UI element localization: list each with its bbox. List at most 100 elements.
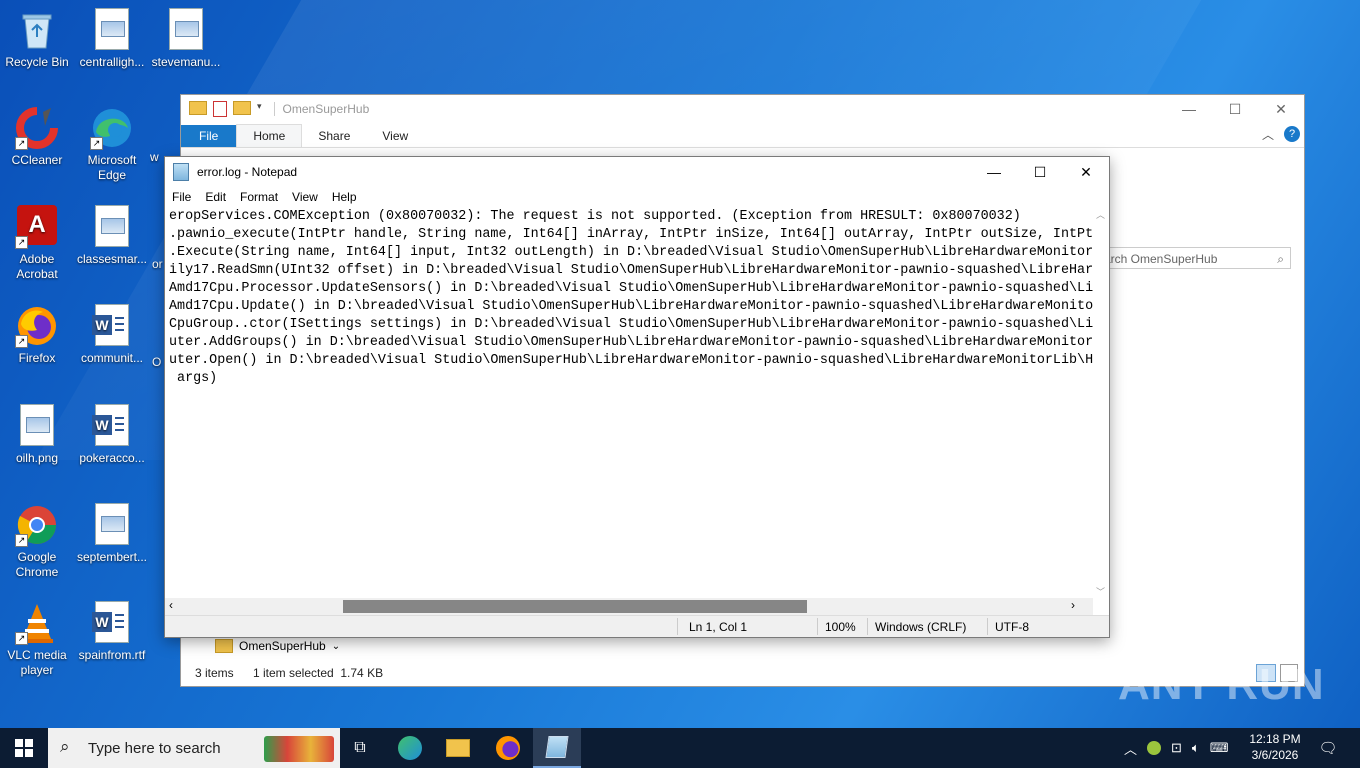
- desktop-icon-label: communit...: [80, 351, 143, 365]
- new-folder-icon[interactable]: [233, 101, 251, 115]
- desktop-icon-communit[interactable]: W communit...: [76, 304, 148, 366]
- image-file-icon: [95, 205, 129, 247]
- help-icon[interactable]: ?: [1284, 126, 1300, 142]
- menu-view[interactable]: View: [285, 190, 325, 204]
- scroll-up-icon[interactable]: ︿: [1096, 208, 1105, 221]
- text-line: ily17.ReadSmn(UInt32 offset) in D:\bread…: [169, 263, 1094, 278]
- menu-help[interactable]: Help: [325, 190, 364, 204]
- desktop-icon-centrallight[interactable]: centralligh...: [76, 8, 148, 70]
- desktop-icon-label: Recycle Bin: [5, 55, 69, 69]
- properties-icon[interactable]: [213, 101, 227, 117]
- desktop-icon-label: VLC media player: [7, 648, 67, 677]
- notifications-button[interactable]: 🗨︎: [1308, 728, 1348, 768]
- notepad-icon: [545, 736, 569, 758]
- clock[interactable]: 12:18 PM 3/6/2026: [1240, 731, 1310, 763]
- chrome-icon: ↗: [15, 503, 59, 547]
- vertical-scrollbar[interactable]: ︿ ﹀: [1093, 208, 1109, 598]
- desktop-icon-stevemanu[interactable]: stevemanu...: [150, 8, 222, 70]
- start-button[interactable]: [0, 728, 48, 768]
- taskbar-edge[interactable]: [386, 728, 434, 768]
- taskbar-file-explorer[interactable]: [434, 728, 482, 768]
- desktop-icon-recycle-bin[interactable]: Recycle Bin: [1, 8, 73, 70]
- nav-folder-label: OmenSuperHub: [239, 639, 326, 653]
- chevron-down-icon[interactable]: ⌄: [332, 641, 340, 652]
- desktop-icon-label: spainfrom.rtf: [78, 648, 146, 662]
- task-view-button[interactable]: ⧉: [336, 728, 384, 768]
- tab-view[interactable]: View: [366, 125, 424, 147]
- security-icon[interactable]: [1147, 741, 1162, 755]
- word-document-icon: W: [92, 304, 129, 346]
- desktop-icon-vlc[interactable]: ↗ VLC media player: [1, 601, 73, 678]
- quick-access-toolbar: ▾: [189, 101, 262, 117]
- image-file-icon: [169, 8, 203, 50]
- tab-file[interactable]: File: [181, 125, 237, 147]
- firefox-icon: ↗: [15, 304, 59, 348]
- status-line-ending: Windows (CRLF): [875, 620, 967, 634]
- chevron-up-icon[interactable]: ︿: [1124, 739, 1137, 758]
- windows-icon: [15, 739, 33, 757]
- desktop-icon-label: oilh.png: [15, 451, 59, 465]
- desktop-icon-septembert[interactable]: septembert...: [76, 503, 148, 565]
- notepad-status-bar: Ln 1, Col 1 100% Windows (CRLF) UTF-8: [165, 615, 1109, 637]
- folder-icon: [189, 101, 207, 115]
- system-tray: ︿ ⊡ 🔈︎ ⌨︎: [1124, 728, 1229, 768]
- desktop-icon-classesmar[interactable]: classesmar...: [76, 205, 148, 267]
- volume-icon[interactable]: 🔈︎: [1192, 740, 1200, 756]
- desktop-icon-chrome[interactable]: ↗ Google Chrome: [1, 503, 73, 580]
- desktop-icon-edge[interactable]: ↗ Microsoft Edge: [76, 106, 148, 183]
- folder-icon: [215, 639, 233, 653]
- text-editor[interactable]: eropServices.COMException (0x80070032): …: [165, 208, 1097, 598]
- desktop-icon-ccleaner[interactable]: ↗ CCleaner: [1, 106, 73, 168]
- minimize-button[interactable]: —: [971, 164, 1017, 181]
- scroll-down-icon[interactable]: ﹀: [1096, 585, 1105, 598]
- desktop-icon-oilh[interactable]: oilh.png: [1, 404, 73, 466]
- desktop-icon-acrobat[interactable]: A ↗ Adobe Acrobat: [1, 205, 73, 282]
- desktop-icon-pokeracco[interactable]: W pokeracco...: [76, 404, 148, 466]
- chevron-up-icon[interactable]: ︿: [1262, 126, 1274, 143]
- close-button[interactable]: ✕: [1258, 101, 1304, 118]
- notepad-titlebar[interactable]: error.log - Notepad — ☐ ✕: [165, 157, 1109, 187]
- scrollbar-thumb[interactable]: [343, 600, 807, 613]
- text-line: CpuGroup..ctor(ISettings settings) in D:…: [169, 317, 1094, 332]
- clock-date: 3/6/2026: [1251, 748, 1299, 762]
- anyrun-watermark: ANY RUN: [1118, 660, 1325, 710]
- desktop-icon-label: septembert...: [76, 550, 148, 564]
- maximize-button[interactable]: ☐: [1212, 101, 1258, 118]
- taskbar-firefox[interactable]: [484, 728, 532, 768]
- search-input[interactable]: arch OmenSuperHub ⌕: [1101, 247, 1291, 269]
- desktop-icon-firefox[interactable]: ↗ Firefox: [1, 304, 73, 366]
- desktop-icon-partial-w[interactable]: w: [150, 150, 162, 165]
- minimize-button[interactable]: —: [1166, 101, 1212, 118]
- nav-folder-item[interactable]: OmenSuperHub ⌄: [215, 639, 340, 653]
- network-icon[interactable]: ⊡: [1171, 740, 1182, 756]
- taskbar-notepad[interactable]: [533, 728, 581, 768]
- explorer-titlebar[interactable]: ▾ OmenSuperHub — ☐ ✕: [181, 95, 1304, 123]
- status-selection: 1 item selected 1.74 KB: [253, 666, 384, 680]
- scroll-left-icon[interactable]: ‹: [169, 598, 173, 612]
- keyboard-icon[interactable]: ⌨︎: [1210, 740, 1229, 756]
- scroll-right-icon[interactable]: ›: [1071, 598, 1075, 612]
- notification-icon: 🗨︎: [1318, 740, 1338, 757]
- tab-share[interactable]: Share: [302, 125, 366, 147]
- acrobat-icon: A ↗: [15, 205, 59, 249]
- menu-edit[interactable]: Edit: [198, 190, 233, 204]
- taskbar: ⌕ Type here to search ⧉ ︿ ⊡ 🔈︎ ⌨︎ 12:18 …: [0, 728, 1360, 768]
- desktop-icon-label: Firefox: [18, 351, 56, 365]
- tab-home[interactable]: Home: [236, 124, 303, 147]
- menu-file[interactable]: File: [165, 190, 198, 204]
- text-line: uter.AddGroups() in D:\breaded\Visual St…: [169, 335, 1094, 350]
- notepad-window[interactable]: error.log - Notepad — ☐ ✕ File Edit Form…: [164, 156, 1110, 638]
- desktop-icon-spainfrom[interactable]: W spainfrom.rtf: [76, 601, 148, 663]
- desktop-icon-label: Microsoft Edge: [87, 153, 137, 182]
- folder-icon: [446, 739, 470, 757]
- status-cursor-position: Ln 1, Col 1: [689, 620, 748, 634]
- search-placeholder: arch OmenSuperHub: [1104, 252, 1218, 266]
- menu-format[interactable]: Format: [233, 190, 285, 204]
- chevron-down-icon[interactable]: ▾: [257, 101, 262, 117]
- taskbar-search[interactable]: ⌕ Type here to search: [48, 728, 340, 768]
- desktop-icon-partial-or[interactable]: or: [152, 257, 164, 272]
- close-button[interactable]: ✕: [1063, 164, 1109, 181]
- desktop-icon-partial-o[interactable]: O: [152, 355, 164, 370]
- maximize-button[interactable]: ☐: [1017, 164, 1063, 181]
- horizontal-scrollbar[interactable]: ‹ ›: [165, 598, 1093, 615]
